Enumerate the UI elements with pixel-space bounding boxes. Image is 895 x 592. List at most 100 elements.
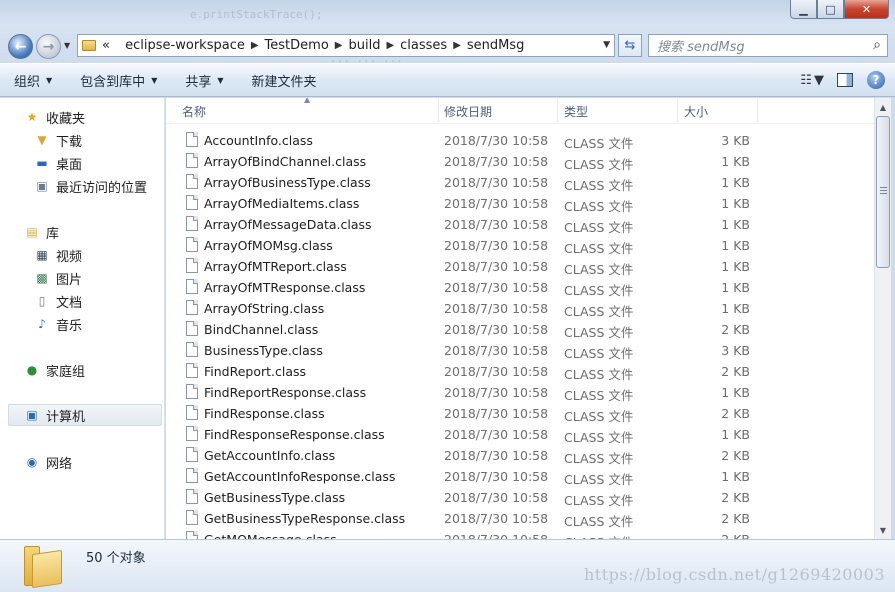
video-icon: ▦ xyxy=(36,248,48,262)
item-count: 50 个对象 xyxy=(86,551,146,566)
class-file-icon xyxy=(186,342,198,357)
watermark-text: https://blog.csdn.net/g1269420003 xyxy=(583,565,885,584)
file-row[interactable]: GetBusinessTypeResponse.class 2018/7/30 1… xyxy=(166,508,874,529)
file-date: 2018/7/30 10:58 xyxy=(444,448,549,463)
file-type: CLASS 文件 xyxy=(564,346,634,361)
class-file-icon xyxy=(186,153,198,168)
file-row[interactable]: BusinessType.class 2018/7/30 10:58 CLASS 文… xyxy=(166,340,874,361)
scroll-down-icon[interactable]: ▼ xyxy=(875,522,891,538)
column-divider[interactable] xyxy=(677,98,678,122)
new-folder-button[interactable]: 新建文件夹 xyxy=(252,71,317,90)
preview-pane-icon[interactable] xyxy=(837,73,853,87)
class-file-icon xyxy=(186,384,198,399)
search-icon[interactable]: ⌕ xyxy=(873,37,881,53)
nav-desktop[interactable]: ▬ 桌面 xyxy=(34,152,82,174)
chevron-right-icon[interactable]: ▶ xyxy=(386,40,394,51)
chevron-right-icon[interactable]: ▶ xyxy=(453,40,461,51)
nav-downloads[interactable]: ▼ 下载 xyxy=(34,129,82,151)
address-bar[interactable]: « eclipse-workspace ▶ TestDemo ▶ build ▶… xyxy=(77,34,615,57)
class-file-icon xyxy=(186,300,198,315)
nav-label: 收藏夹 xyxy=(46,111,86,127)
breadcrumb-overflow[interactable]: « xyxy=(102,38,110,53)
file-row[interactable]: GetMOMessage.class 2018/7/30 10:58 CLASS 文… xyxy=(166,529,874,539)
file-date: 2018/7/30 10:58 xyxy=(444,490,549,505)
close-button[interactable]: ✕ xyxy=(844,0,889,19)
chevron-right-icon[interactable]: ▶ xyxy=(335,40,343,51)
file-type: CLASS 文件 xyxy=(564,241,634,256)
organize-menu[interactable]: 组织 ▼ xyxy=(14,71,52,90)
column-divider[interactable] xyxy=(438,98,439,122)
column-size[interactable]: 大小 xyxy=(684,103,708,120)
file-name: BindChannel.class xyxy=(204,322,319,337)
file-name: ArrayOfMessageData.class xyxy=(204,217,372,232)
file-type: CLASS 文件 xyxy=(564,178,634,193)
breadcrumb-testdemo[interactable]: TestDemo xyxy=(265,38,329,53)
file-size: 2 KB xyxy=(721,364,750,379)
nav-music[interactable]: ♪ 音乐 xyxy=(34,313,82,335)
forward-button[interactable]: → xyxy=(36,34,61,59)
file-row[interactable]: FindReport.class 2018/7/30 10:58 CLASS 文件 2… xyxy=(166,361,874,382)
nav-recent-places[interactable]: ▣ 最近访问的位置 xyxy=(34,175,147,197)
file-row[interactable]: ArrayOfBindChannel.class 2018/7/30 10:58 C… xyxy=(166,151,874,172)
minimize-button[interactable]: ▁ xyxy=(790,0,817,19)
music-icon: ♪ xyxy=(38,317,46,331)
vertical-scrollbar[interactable]: ▲ ▼ xyxy=(874,98,891,539)
breadcrumb-classes[interactable]: classes xyxy=(400,38,447,53)
chevron-right-icon[interactable]: ▶ xyxy=(251,40,259,51)
breadcrumb-eclipse-workspace[interactable]: eclipse-workspace xyxy=(125,38,245,53)
refresh-button[interactable]: ⇆ xyxy=(618,34,642,57)
file-row[interactable]: ArrayOfMediaItems.class 2018/7/30 10:58 CL… xyxy=(166,193,874,214)
help-icon[interactable]: ? xyxy=(867,71,885,89)
column-type[interactable]: 类型 xyxy=(564,103,588,120)
nav-libraries[interactable]: ▤ 库 xyxy=(24,221,59,243)
file-row[interactable]: GetBusinessType.class 2018/7/30 10:58 CLAS… xyxy=(166,487,874,508)
file-row[interactable]: ArrayOfMessageData.class 2018/7/30 10:58 C… xyxy=(166,214,874,235)
file-size: 1 KB xyxy=(721,280,750,295)
class-file-icon xyxy=(186,321,198,336)
view-controls: ☷ ▼ ? xyxy=(800,71,885,89)
file-date: 2018/7/30 10:58 xyxy=(444,175,549,190)
file-row[interactable]: GetAccountInfoResponse.class 2018/7/30 10… xyxy=(166,466,874,487)
nav-favorites[interactable]: ★ 收藏夹 xyxy=(24,106,85,128)
class-file-icon xyxy=(186,237,198,252)
chevron-down-icon[interactable]: ▼ xyxy=(603,40,610,50)
column-name[interactable]: 名称 xyxy=(182,103,206,120)
share-label: 共享 xyxy=(185,74,212,90)
file-row[interactable]: ArrayOfString.class 2018/7/30 10:58 CLASS … xyxy=(166,298,874,319)
back-button[interactable]: ← xyxy=(8,34,33,59)
include-in-library-menu[interactable]: 包含到库中 ▼ xyxy=(80,71,157,90)
nav-homegroup[interactable]: ● 家庭组 xyxy=(24,359,85,381)
file-row[interactable]: FindResponseResponse.class 2018/7/30 10:5… xyxy=(166,424,874,445)
column-divider[interactable] xyxy=(557,98,558,122)
file-row[interactable]: BindChannel.class 2018/7/30 10:58 CLASS 文件… xyxy=(166,319,874,340)
search-input[interactable]: 搜索 sendMsg ⌕ xyxy=(648,34,888,57)
nav-network[interactable]: ◉ 网络 xyxy=(24,451,72,473)
view-options-icon[interactable]: ☷ ▼ xyxy=(800,73,824,88)
nav-videos[interactable]: ▦ 视频 xyxy=(34,244,82,266)
nav-label: 库 xyxy=(46,226,60,242)
downloads-folder-icon: ▼ xyxy=(37,133,47,147)
scroll-up-icon[interactable]: ▲ xyxy=(875,99,891,115)
file-row[interactable]: ArrayOfMOMsg.class 2018/7/30 10:58 CLASS 文… xyxy=(166,235,874,256)
breadcrumb-sendmsg[interactable]: sendMsg xyxy=(467,38,525,53)
class-file-icon xyxy=(186,195,198,210)
recent-pages-dropdown[interactable]: ▼ xyxy=(64,41,70,50)
file-row[interactable]: ArrayOfMTResponse.class 2018/7/30 10:58 CL… xyxy=(166,277,874,298)
file-row[interactable]: GetAccountInfo.class 2018/7/30 10:58 CLASS… xyxy=(166,445,874,466)
share-menu[interactable]: 共享 ▼ xyxy=(185,71,223,90)
nav-pictures[interactable]: ▩ 图片 xyxy=(34,267,82,289)
breadcrumb-build[interactable]: build xyxy=(348,38,380,53)
file-row[interactable]: FindReportResponse.class 2018/7/30 10:58 C… xyxy=(166,382,874,403)
file-row[interactable]: AccountInfo.class 2018/7/30 10:58 CLASS 文件… xyxy=(166,130,874,151)
maximize-button[interactable]: □ xyxy=(817,0,844,19)
file-size: 1 KB xyxy=(721,301,750,316)
file-row[interactable]: FindResponse.class 2018/7/30 10:58 CLASS 文… xyxy=(166,403,874,424)
scroll-thumb[interactable] xyxy=(876,116,890,268)
nav-computer[interactable]: ▣ 计算机 xyxy=(8,404,162,426)
nav-documents[interactable]: ▯ 文档 xyxy=(34,290,82,312)
desktop-icon: ▬ xyxy=(36,156,48,170)
column-date[interactable]: 修改日期 xyxy=(444,103,492,120)
column-divider[interactable] xyxy=(757,98,758,122)
file-row[interactable]: ArrayOfBusinessType.class 2018/7/30 10:58… xyxy=(166,172,874,193)
file-row[interactable]: ArrayOfMTReport.class 2018/7/30 10:58 CLAS… xyxy=(166,256,874,277)
